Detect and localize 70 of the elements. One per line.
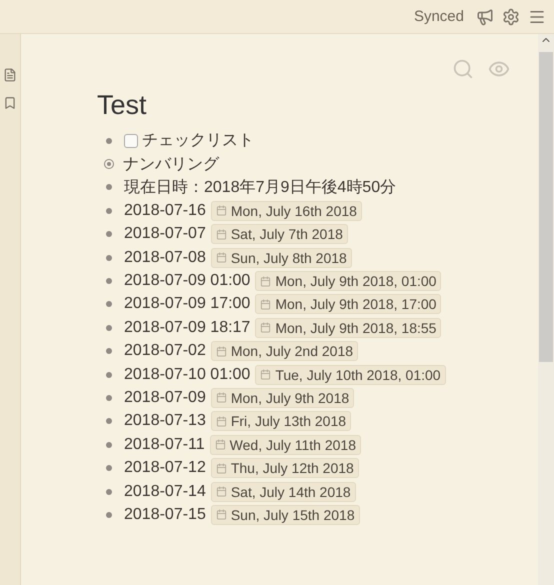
- bullet-icon: [106, 512, 112, 518]
- list-item-text: 2018-07-07: [124, 225, 206, 244]
- bullet-icon: [106, 394, 112, 401]
- date-chip[interactable]: Tue, July 10th 2018, 01:00: [255, 364, 446, 385]
- list-item-text: 2018-07-09 01:00: [124, 272, 250, 290]
- calendar-icon: [216, 205, 227, 216]
- list-item-text: 2018-07-12: [124, 459, 206, 478]
- bullet-icon: [106, 324, 112, 331]
- calendar-icon: [216, 416, 227, 427]
- list-item-text: 2018-07-09 17:00: [124, 295, 250, 314]
- date-chip[interactable]: Sat, July 7th 2018: [210, 224, 348, 244]
- megaphone-icon[interactable]: [476, 8, 494, 26]
- list-item-text: ナンバリング: [123, 154, 219, 175]
- date-chip[interactable]: Mon, July 9th 2018, 17:00: [255, 294, 442, 314]
- list-item-text: チェックリスト: [142, 131, 254, 152]
- list-item-text: 2018-07-11: [124, 436, 205, 454]
- bullet-icon: [106, 278, 112, 284]
- bullet-icon: [106, 465, 112, 472]
- bullet-icon: [106, 138, 112, 144]
- scrollbar[interactable]: [538, 34, 554, 585]
- date-chip[interactable]: Wed, July 11th 2018: [210, 434, 361, 455]
- list-item-text: 2018-07-15: [124, 506, 206, 524]
- date-chip[interactable]: Mon, July 9th 2018: [210, 388, 354, 408]
- numbered-bullet-icon: [104, 159, 114, 170]
- date-chip[interactable]: Sat, July 14th 2018: [210, 482, 356, 502]
- bullet-icon: [106, 254, 112, 261]
- bullet-icon: [106, 348, 112, 354]
- calendar-icon: [216, 462, 227, 474]
- date-chip[interactable]: Thu, July 12th 2018: [210, 458, 359, 478]
- calendar-icon: [260, 298, 272, 310]
- date-chip[interactable]: Mon, July 16th 2018: [210, 200, 362, 221]
- calendar-icon: [216, 486, 227, 498]
- calendar-icon: [216, 509, 227, 520]
- calendar-icon: [216, 252, 227, 264]
- calendar-icon: [260, 322, 272, 334]
- list-item-text: 2018-07-02: [124, 342, 206, 360]
- list-item-text: 2018-07-16: [124, 202, 206, 220]
- bullet-icon: [106, 184, 112, 190]
- checkbox[interactable]: [124, 134, 138, 148]
- list-item-text: 2018-07-14: [124, 482, 206, 501]
- calendar-icon: [260, 369, 272, 380]
- list-item-text: 2018-07-10 01:00: [124, 366, 250, 384]
- list-item-text: 2018-07-09 18:17: [124, 318, 250, 337]
- calendar-icon: [260, 276, 272, 287]
- date-chip[interactable]: Mon, July 2nd 2018: [210, 341, 358, 362]
- document-title: Test: [97, 90, 148, 121]
- date-chip[interactable]: Mon, July 9th 2018, 18:55: [255, 318, 442, 338]
- bullet-icon: [106, 418, 112, 424]
- calendar-icon: [216, 392, 227, 404]
- date-chip[interactable]: Mon, July 9th 2018, 01:00: [255, 271, 442, 292]
- list-item-text: 2018-07-13: [124, 412, 206, 430]
- list-item-text: 現在日時：2018年7月9日午後4時50分: [124, 178, 396, 198]
- bullet-icon: [106, 488, 112, 495]
- date-chip[interactable]: Sun, July 15th 2018: [210, 504, 360, 525]
- bookmark-icon[interactable]: [3, 96, 17, 110]
- date-chip[interactable]: Sun, July 8th 2018: [210, 248, 352, 268]
- calendar-icon: [214, 439, 226, 450]
- bullet-icon: [106, 301, 112, 308]
- calendar-icon: [216, 228, 227, 240]
- list-item-text: 2018-07-08: [124, 248, 206, 267]
- settings-icon[interactable]: [502, 8, 520, 26]
- sync-status: Synced: [414, 8, 464, 25]
- bullet-icon: [106, 372, 112, 378]
- date-chip[interactable]: Fri, July 13th 2018: [210, 411, 352, 432]
- list-item-text: 2018-07-09: [124, 388, 206, 407]
- bullet-icon: [106, 442, 112, 448]
- bullet-icon: [106, 208, 112, 214]
- bullet-icon: [106, 231, 112, 238]
- calendar-icon: [216, 346, 227, 357]
- document-icon[interactable]: [3, 68, 17, 82]
